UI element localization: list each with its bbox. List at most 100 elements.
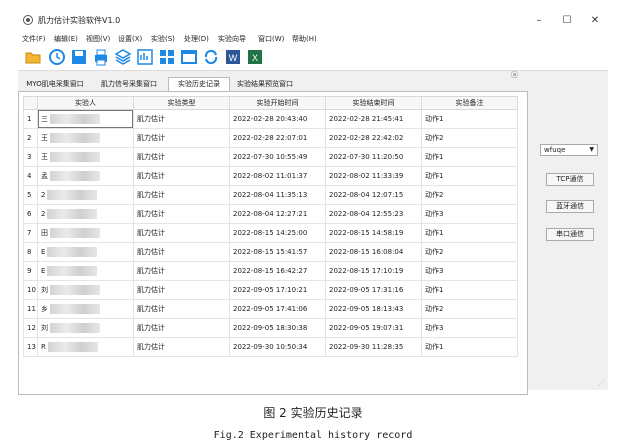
person-cell[interactable]: E (37, 261, 134, 281)
note-cell[interactable]: 动作2 (421, 299, 518, 319)
end-cell[interactable]: 2022-09-05 18:13:43 (325, 299, 422, 319)
excel-icon[interactable]: X (246, 48, 264, 66)
end-cell[interactable]: 2022-08-04 12:55:23 (325, 204, 422, 224)
header-start[interactable]: 实验开始时间 (229, 96, 326, 110)
start-cell[interactable]: 2022-09-05 17:41:06 (229, 299, 326, 319)
minimize-button[interactable]: – (530, 13, 548, 28)
menu-view[interactable]: 视图(V) (86, 34, 110, 44)
person-cell[interactable]: 刘 (37, 318, 134, 338)
end-cell[interactable]: 2022-08-04 12:07:15 (325, 185, 422, 205)
person-cell[interactable]: 三 (37, 109, 134, 129)
tab-force-signal[interactable]: 肌力信号采集窗口 (94, 78, 164, 91)
print-icon[interactable] (92, 48, 110, 66)
start-cell[interactable]: 2022-08-02 11:01:37 (229, 166, 326, 186)
type-cell[interactable]: 肌力估计 (133, 318, 230, 338)
pin-icon[interactable]: ⓐ (511, 70, 518, 80)
refresh-icon[interactable] (48, 48, 66, 66)
note-cell[interactable]: 动作3 (421, 261, 518, 281)
save-icon[interactable] (70, 48, 88, 66)
note-cell[interactable]: 动作1 (421, 337, 518, 357)
note-cell[interactable]: 动作2 (421, 185, 518, 205)
note-cell[interactable]: 动作2 (421, 128, 518, 148)
table-row[interactable]: 1 三 肌力估计 2022-02-28 20:43:40 2022-02-28 21:4… (23, 109, 518, 129)
start-cell[interactable]: 2022-08-04 12:27:21 (229, 204, 326, 224)
menu-experiment[interactable]: 实验(S) (151, 34, 175, 44)
menu-edit[interactable]: 编辑(E) (54, 34, 78, 44)
type-cell[interactable]: 肌力估计 (133, 109, 230, 129)
start-cell[interactable]: 2022-08-04 11:35:13 (229, 185, 326, 205)
table-row[interactable]: 11 乡 肌力估计 2022-09-05 17:41:06 2022-09-05 18:… (23, 299, 518, 319)
start-cell[interactable]: 2022-08-15 15:41:57 (229, 242, 326, 262)
header-note[interactable]: 实验备注 (421, 96, 518, 110)
note-cell[interactable]: 动作1 (421, 109, 518, 129)
person-cell[interactable]: 王 (37, 147, 134, 167)
person-cell[interactable]: 刘 (37, 280, 134, 300)
note-cell[interactable]: 动作2 (421, 242, 518, 262)
tab-myo-emg[interactable]: MYO肌电采集窗口 (20, 78, 90, 91)
tab-history[interactable]: 实验历史记录 (168, 77, 230, 92)
table-row[interactable]: 13 R 肌力估计 2022-09-30 10:50:34 2022-09-30 11:… (23, 337, 518, 357)
header-end[interactable]: 实验结束时间 (325, 96, 422, 110)
person-cell[interactable]: 王 (37, 128, 134, 148)
start-cell[interactable]: 2022-08-15 14:25:00 (229, 223, 326, 243)
note-cell[interactable]: 动作3 (421, 204, 518, 224)
table-row[interactable]: 12 刘 肌力估计 2022-09-05 18:30:38 2022-09-05 19:… (23, 318, 518, 338)
table-row[interactable]: 8 E 肌力估计 2022-08-15 15:41:57 2022-08-15 16:0… (23, 242, 518, 262)
table-row[interactable]: 7 田 肌力估计 2022-08-15 14:25:00 2022-08-15 14:5… (23, 223, 518, 243)
note-cell[interactable]: 动作1 (421, 147, 518, 167)
person-cell[interactable]: 2 (37, 185, 134, 205)
start-cell[interactable]: 2022-09-05 17:10:21 (229, 280, 326, 300)
start-cell[interactable]: 2022-07-30 10:55:49 (229, 147, 326, 167)
sync-icon[interactable] (202, 48, 220, 66)
start-cell[interactable]: 2022-02-28 20:43:40 (229, 109, 326, 129)
start-cell[interactable]: 2022-08-15 16:42:27 (229, 261, 326, 281)
menu-settings[interactable]: 设置(X) (118, 34, 142, 44)
start-cell[interactable]: 2022-02-28 22:07:01 (229, 128, 326, 148)
type-cell[interactable]: 肌力估计 (133, 166, 230, 186)
tab-result-preview[interactable]: 实验结果预览窗口 (230, 78, 300, 91)
type-cell[interactable]: 肌力估计 (133, 337, 230, 357)
end-cell[interactable]: 2022-02-28 22:42:02 (325, 128, 422, 148)
end-cell[interactable]: 2022-08-15 17:10:19 (325, 261, 422, 281)
table-row[interactable]: 4 孟 肌力估计 2022-08-02 11:01:37 2022-08-02 11:3… (23, 166, 518, 186)
type-cell[interactable]: 肌力估计 (133, 299, 230, 319)
note-cell[interactable]: 动作3 (421, 318, 518, 338)
type-cell[interactable]: 肌力估计 (133, 204, 230, 224)
type-cell[interactable]: 肌力估计 (133, 185, 230, 205)
table-row[interactable]: 9 E 肌力估计 2022-08-15 16:42:27 2022-08-15 17:1… (23, 261, 518, 281)
type-cell[interactable]: 肌力估计 (133, 261, 230, 281)
person-cell[interactable]: 2 (37, 204, 134, 224)
folder-open-icon[interactable] (24, 48, 42, 66)
window-icon[interactable] (180, 48, 198, 66)
type-cell[interactable]: 肌力估计 (133, 280, 230, 300)
note-cell[interactable]: 动作1 (421, 166, 518, 186)
type-cell[interactable]: 肌力估计 (133, 128, 230, 148)
end-cell[interactable]: 2022-08-15 16:08:04 (325, 242, 422, 262)
menu-help[interactable]: 帮助(H) (292, 34, 317, 44)
maximize-button[interactable]: ☐ (558, 13, 576, 28)
end-cell[interactable]: 2022-09-05 17:31:16 (325, 280, 422, 300)
note-cell[interactable]: 动作1 (421, 280, 518, 300)
start-cell[interactable]: 2022-09-30 10:50:34 (229, 337, 326, 357)
menu-wizard[interactable]: 实验向导 (218, 34, 246, 44)
end-cell[interactable]: 2022-09-05 19:07:31 (325, 318, 422, 338)
header-type[interactable]: 实验类型 (133, 96, 230, 110)
type-cell[interactable]: 肌力估计 (133, 242, 230, 262)
tcp-button[interactable]: TCP通信 (546, 173, 594, 186)
table-row[interactable]: 6 2 肌力估计 2022-08-04 12:27:21 2022-08-04 12:5… (23, 204, 518, 224)
note-cell[interactable]: 动作1 (421, 223, 518, 243)
menu-file[interactable]: 文件(F) (22, 34, 46, 44)
person-cell[interactable]: 孟 (37, 166, 134, 186)
table-row[interactable]: 3 王 肌力估计 2022-07-30 10:55:49 2022-07-30 11:2… (23, 147, 518, 167)
start-cell[interactable]: 2022-09-05 18:30:38 (229, 318, 326, 338)
end-cell[interactable]: 2022-08-15 14:58:19 (325, 223, 422, 243)
table-row[interactable]: 10 刘 肌力估计 2022-09-05 17:10:21 2022-09-05 17:… (23, 280, 518, 300)
serial-button[interactable]: 串口通信 (546, 228, 594, 241)
header-person[interactable]: 实验人 (37, 96, 134, 110)
close-button[interactable]: ✕ (586, 13, 604, 28)
resize-grip-icon[interactable]: ⋰ (598, 379, 605, 387)
data-icon[interactable] (136, 48, 154, 66)
end-cell[interactable]: 2022-07-30 11:20:50 (325, 147, 422, 167)
person-cell[interactable]: E (37, 242, 134, 262)
type-cell[interactable]: 肌力估计 (133, 223, 230, 243)
